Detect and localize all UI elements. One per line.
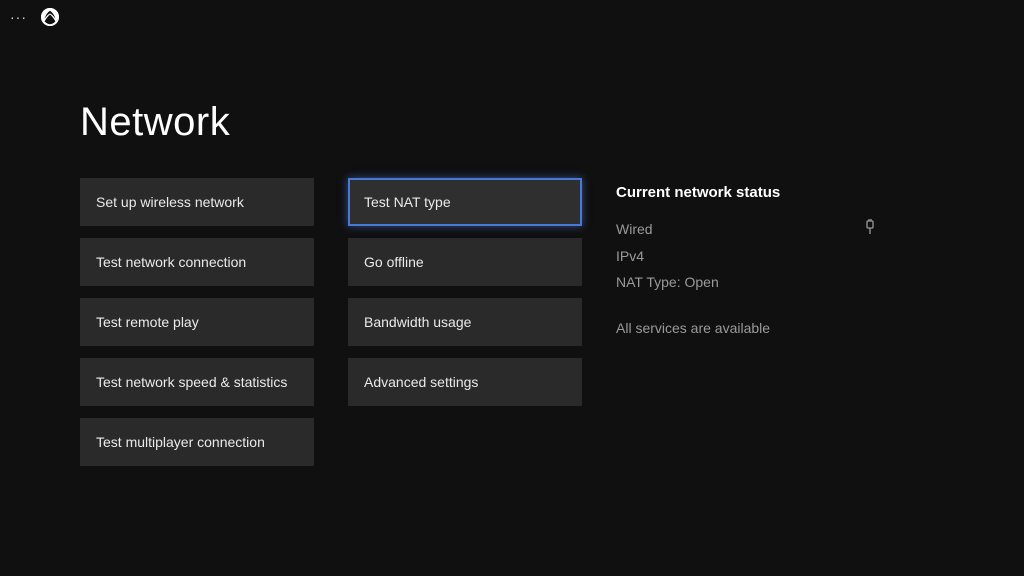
tile-label: Go offline	[364, 254, 424, 270]
tile-test-nat-type[interactable]: Test NAT type	[348, 178, 582, 226]
tile-test-speed-statistics[interactable]: Test network speed & statistics	[80, 358, 314, 406]
wired-plug-icon	[864, 219, 876, 238]
xbox-logo-icon[interactable]	[41, 8, 59, 26]
tile-label: Bandwidth usage	[364, 314, 471, 330]
status-ipv4-label: IPv4	[616, 248, 644, 264]
column-2: Test NAT type Go offline Bandwidth usage…	[348, 178, 582, 466]
status-wired-label: Wired	[616, 221, 653, 237]
tile-label: Test NAT type	[364, 194, 451, 210]
status-ip-version: IPv4	[616, 248, 876, 264]
status-services-label: All services are available	[616, 320, 770, 336]
tile-label: Test remote play	[96, 314, 199, 330]
status-title: Current network status	[616, 184, 876, 201]
page-title: Network	[80, 100, 230, 145]
tile-label: Test network speed & statistics	[96, 374, 287, 390]
settings-columns: Set up wireless network Test network con…	[80, 178, 876, 466]
column-1: Set up wireless network Test network con…	[80, 178, 314, 466]
status-connection-type: Wired	[616, 219, 876, 238]
status-panel: Current network status Wired IPv4 NAT Ty…	[616, 178, 876, 466]
tile-test-multiplayer[interactable]: Test multiplayer connection	[80, 418, 314, 466]
status-services: All services are available	[616, 320, 876, 336]
tile-test-remote-play[interactable]: Test remote play	[80, 298, 314, 346]
status-nat-type: NAT Type: Open	[616, 274, 876, 290]
tile-advanced-settings[interactable]: Advanced settings	[348, 358, 582, 406]
tile-label: Test multiplayer connection	[96, 434, 265, 450]
topbar: ···	[10, 8, 59, 26]
tile-go-offline[interactable]: Go offline	[348, 238, 582, 286]
tile-label: Set up wireless network	[96, 194, 244, 210]
ellipsis-icon[interactable]: ···	[10, 9, 27, 25]
tile-bandwidth-usage[interactable]: Bandwidth usage	[348, 298, 582, 346]
tile-label: Test network connection	[96, 254, 246, 270]
tile-test-network-connection[interactable]: Test network connection	[80, 238, 314, 286]
status-nat-label: NAT Type: Open	[616, 274, 719, 290]
tile-setup-wireless[interactable]: Set up wireless network	[80, 178, 314, 226]
tile-label: Advanced settings	[364, 374, 478, 390]
